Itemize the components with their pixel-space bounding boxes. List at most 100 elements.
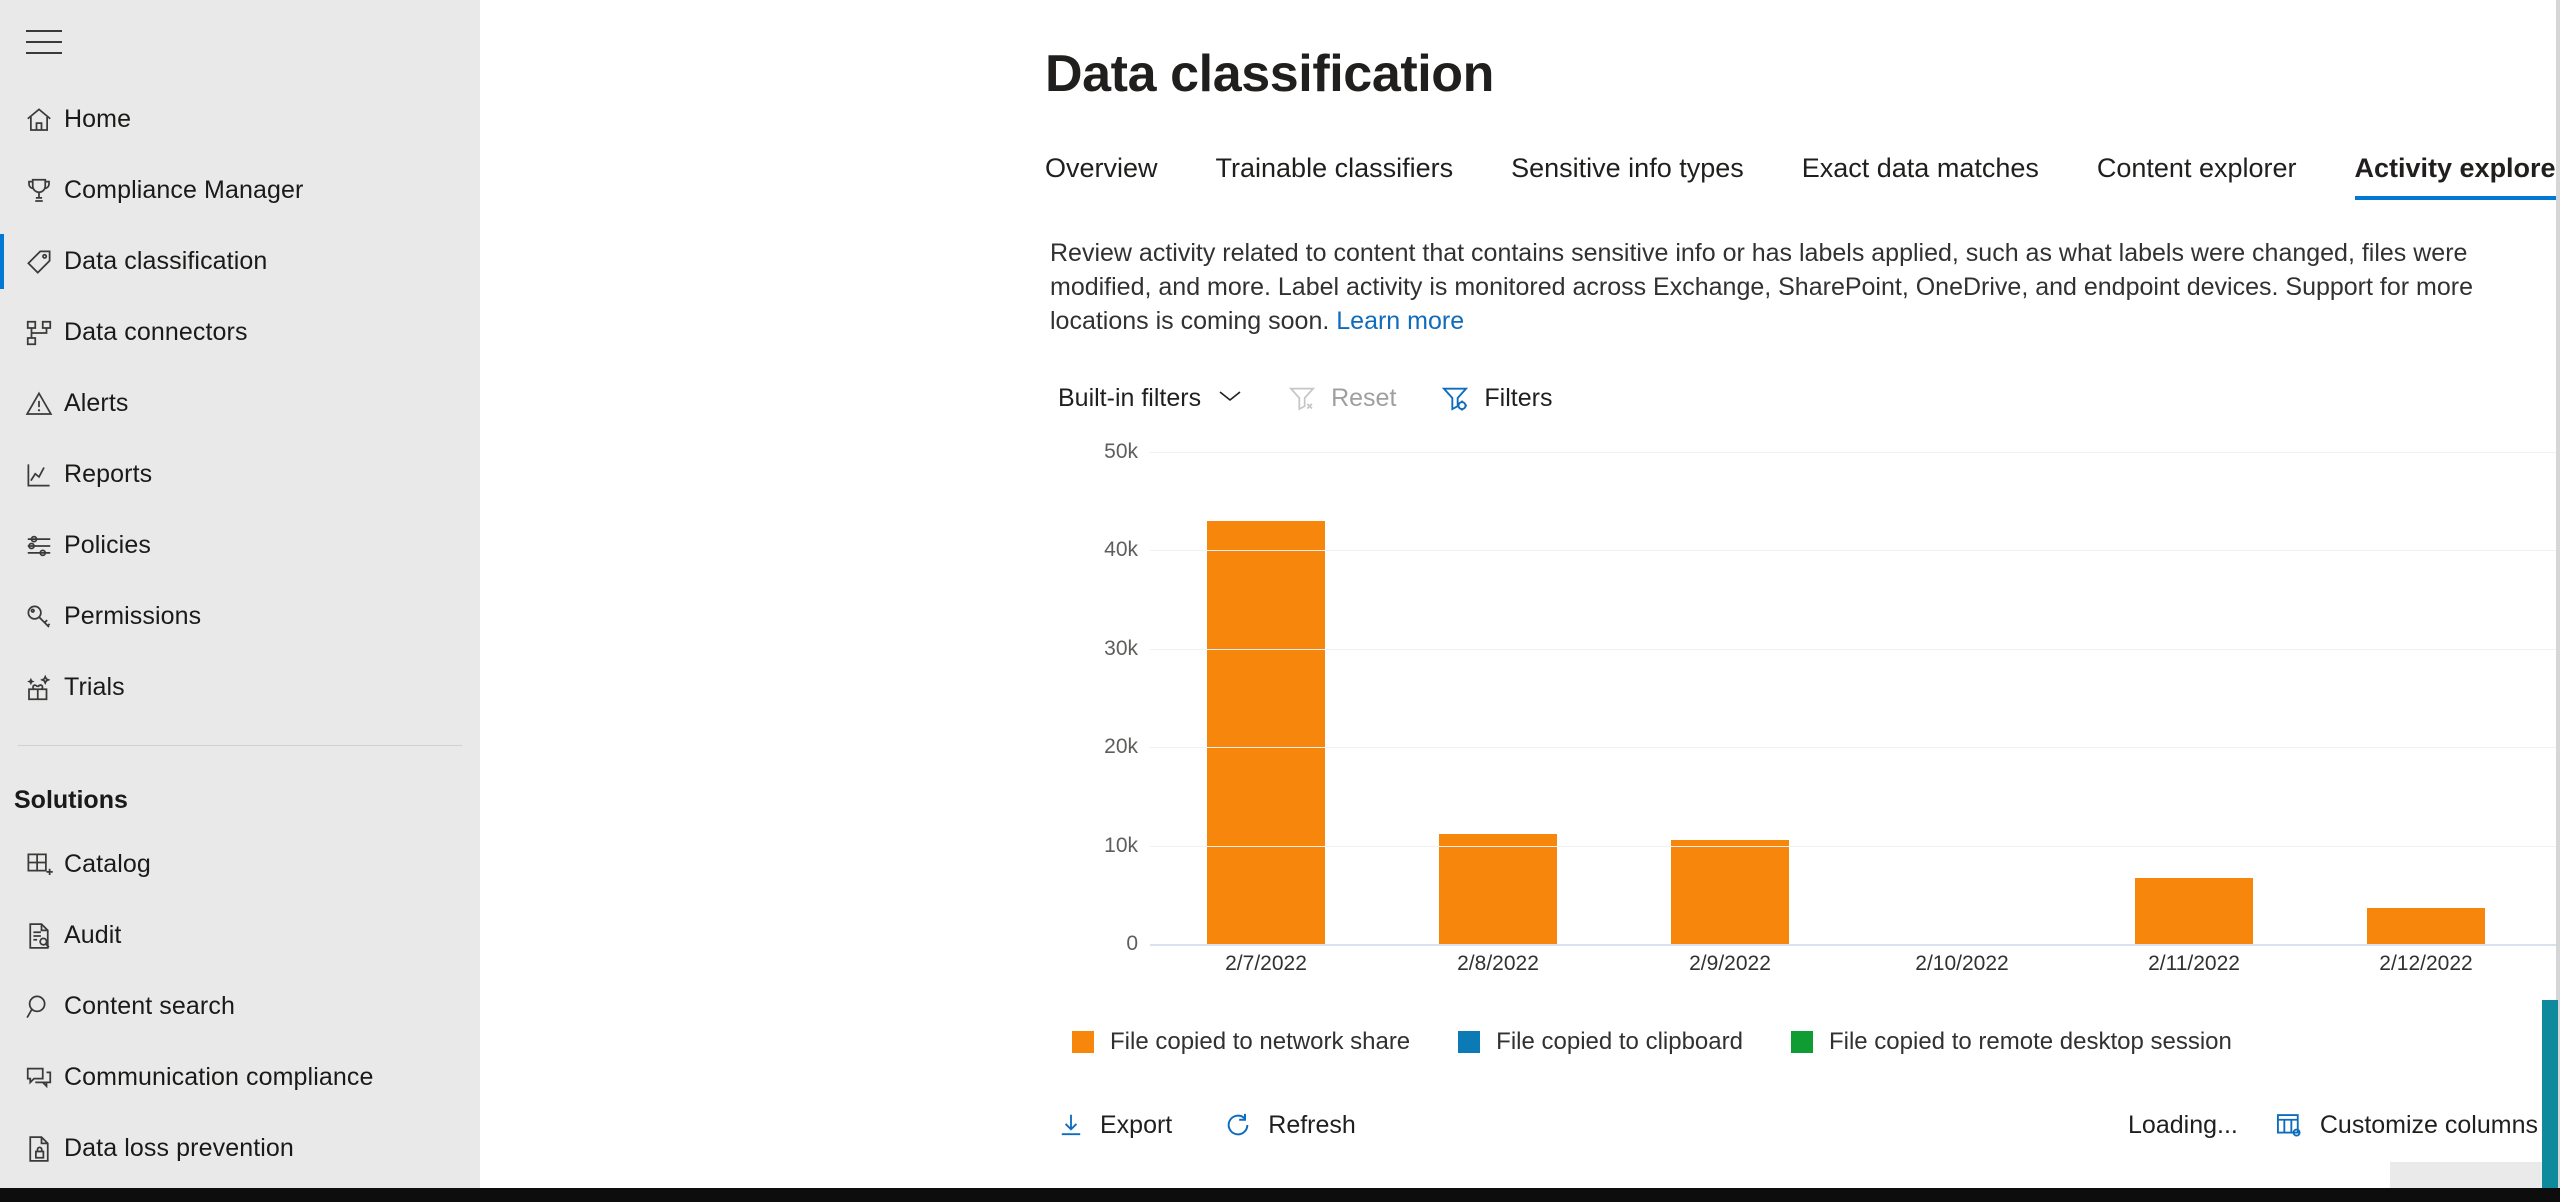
chart-gridline — [1150, 452, 2560, 453]
chart-x-tick-label: 2/7/2022 — [1150, 952, 1382, 976]
tab-exact-data-matches[interactable]: Exact data matches — [1802, 153, 2039, 200]
filter-clear-icon — [1287, 384, 1317, 412]
trophy-icon — [14, 176, 64, 206]
chat-bubbles-icon — [14, 1063, 64, 1093]
chart-bar-group — [2310, 452, 2542, 944]
sidebar-item-data-connectors[interactable]: Data connectors — [0, 297, 480, 368]
chart-bar[interactable] — [2367, 908, 2485, 944]
tab-overview[interactable]: Overview — [1045, 153, 1158, 200]
sidebar-item-policies[interactable]: Policies — [0, 510, 480, 581]
sidebar-item-label: Communication compliance — [64, 1063, 373, 1092]
filter-settings-icon — [1440, 384, 1470, 412]
sidebar-item-data-classification[interactable]: Data classification — [0, 226, 480, 297]
sidebar-item-communication-compliance[interactable]: Communication compliance — [0, 1042, 480, 1113]
sidebar-item-compliance-manager[interactable]: Compliance Manager — [0, 155, 480, 226]
tab-content-explorer[interactable]: Content explorer — [2097, 153, 2297, 200]
tab-activity-explorer[interactable]: Activity explorer — [2355, 153, 2560, 200]
sidebar-item-reports[interactable]: Reports — [0, 439, 480, 510]
refresh-label: Refresh — [1268, 1111, 1356, 1140]
chevron-down-icon — [1217, 388, 1243, 409]
hamburger-icon[interactable] — [14, 22, 66, 62]
legend-label: File copied to network share — [1110, 1028, 1410, 1056]
sidebar-item-label: Policies — [64, 531, 151, 560]
sidebar-item-alerts[interactable]: Alerts — [0, 368, 480, 439]
chart-bar[interactable] — [1671, 840, 1789, 944]
tab-sensitive-info-types[interactable]: Sensitive info types — [1511, 153, 1744, 200]
export-label: Export — [1100, 1111, 1172, 1140]
filter-toolbar: Built-in filters Reset — [1058, 376, 2560, 420]
window-bottom-strip — [0, 1188, 2560, 1202]
line-chart-icon — [14, 460, 64, 490]
chart-y-tick-label: 10k — [1104, 834, 1138, 858]
sidebar-item-data-loss-prevention[interactable]: Data loss prevention — [0, 1113, 480, 1184]
app-root: Home Compliance Manager Data classificat… — [0, 0, 2560, 1202]
refresh-button[interactable]: Refresh — [1224, 1111, 1356, 1140]
chart-plot-area — [1150, 452, 2560, 944]
connectors-icon — [14, 318, 64, 348]
chart-bar[interactable] — [1439, 834, 1557, 944]
download-icon — [1058, 1111, 1084, 1139]
legend-swatch-green — [1791, 1031, 1813, 1053]
legend-swatch-blue — [1458, 1031, 1480, 1053]
sparkle-gift-icon — [14, 673, 64, 703]
sidebar-item-label: Data loss prevention — [64, 1134, 294, 1163]
table-columns-icon — [2274, 1111, 2304, 1139]
vertical-scrollbar-thumb[interactable] — [2542, 1000, 2558, 1190]
chart-gridline — [1150, 747, 2560, 748]
legend-item-network-share[interactable]: File copied to network share — [1072, 1028, 1410, 1056]
legend-item-clipboard[interactable]: File copied to clipboard — [1458, 1028, 1743, 1056]
filters-button[interactable]: Filters — [1440, 384, 1552, 413]
sidebar-item-audit[interactable]: Audit — [0, 900, 480, 971]
reset-label: Reset — [1331, 384, 1396, 413]
activity-bar-chart: 010k20k30k40k50k 2/7/20222/8/20222/9/202… — [1058, 452, 2560, 1012]
legend-swatch-orange — [1072, 1031, 1094, 1053]
grid-plus-icon — [14, 850, 64, 880]
chart-x-tick-label: 2/11/2022 — [2078, 952, 2310, 976]
chart-y-axis: 010k20k30k40k50k — [1058, 452, 1138, 944]
chart-bar[interactable] — [2135, 878, 2253, 944]
chart-gridline — [1150, 846, 2560, 847]
sidebar-item-label: Home — [64, 105, 131, 134]
sidebar: Home Compliance Manager Data classificat… — [0, 0, 480, 1202]
sidebar-item-label: Content search — [64, 992, 235, 1021]
chart-y-tick-label: 20k — [1104, 735, 1138, 759]
sliders-icon — [14, 531, 64, 561]
description-text: Review activity related to content that … — [1050, 236, 2560, 338]
sidebar-item-trials[interactable]: Trials — [0, 652, 480, 723]
chart-gridline — [1150, 649, 2560, 650]
tab-trainable-classifiers[interactable]: Trainable classifiers — [1216, 153, 1454, 200]
tag-icon — [14, 247, 64, 277]
legend-label: File copied to remote desktop session — [1829, 1028, 2232, 1056]
sidebar-item-label: Data classification — [64, 247, 267, 276]
chart-bar-group — [1846, 452, 2078, 944]
chart-bar-group — [2078, 452, 2310, 944]
chart-x-tick-label: 2/10/2022 — [1846, 952, 2078, 976]
main-content: Data classification Overview Trainable c… — [480, 0, 2560, 1202]
learn-more-link[interactable]: Learn more — [1336, 307, 1464, 335]
export-button[interactable]: Export — [1058, 1111, 1172, 1140]
chart-y-tick-label: 40k — [1104, 538, 1138, 562]
document-search-icon — [14, 921, 64, 951]
magnifier-icon — [14, 992, 64, 1022]
bottom-toolbar-right: Loading... Customize columns — [2128, 1111, 2560, 1140]
legend-item-remote-desktop[interactable]: File copied to remote desktop session — [1791, 1028, 2232, 1056]
sidebar-item-catalog[interactable]: Catalog — [0, 829, 480, 900]
sidebar-item-content-search[interactable]: Content search — [0, 971, 480, 1042]
home-icon — [14, 105, 64, 135]
reset-button[interactable]: Reset — [1287, 384, 1396, 413]
refresh-icon — [1224, 1111, 1252, 1139]
chart-y-tick-label: 0 — [1126, 932, 1138, 956]
sidebar-solutions-nav: Catalog Audit Content search — [0, 829, 480, 1202]
sidebar-item-home[interactable]: Home — [0, 84, 480, 155]
customize-columns-button[interactable]: Customize columns — [2274, 1111, 2538, 1140]
sidebar-item-permissions[interactable]: Permissions — [0, 581, 480, 652]
sidebar-item-label: Trials — [64, 673, 125, 702]
chart-bar-group — [1614, 452, 1846, 944]
chart-x-tick-label: 2/8/2022 — [1382, 952, 1614, 976]
chart-bar[interactable] — [1207, 521, 1325, 944]
page-title: Data classification — [1045, 44, 2560, 104]
bottom-toolbar: Export Refresh Loading... — [1058, 1090, 2560, 1160]
sidebar-item-label: Permissions — [64, 602, 201, 631]
chart-x-tick-label: 2/12/2022 — [2310, 952, 2542, 976]
builtin-filters-button[interactable]: Built-in filters — [1058, 384, 1243, 413]
